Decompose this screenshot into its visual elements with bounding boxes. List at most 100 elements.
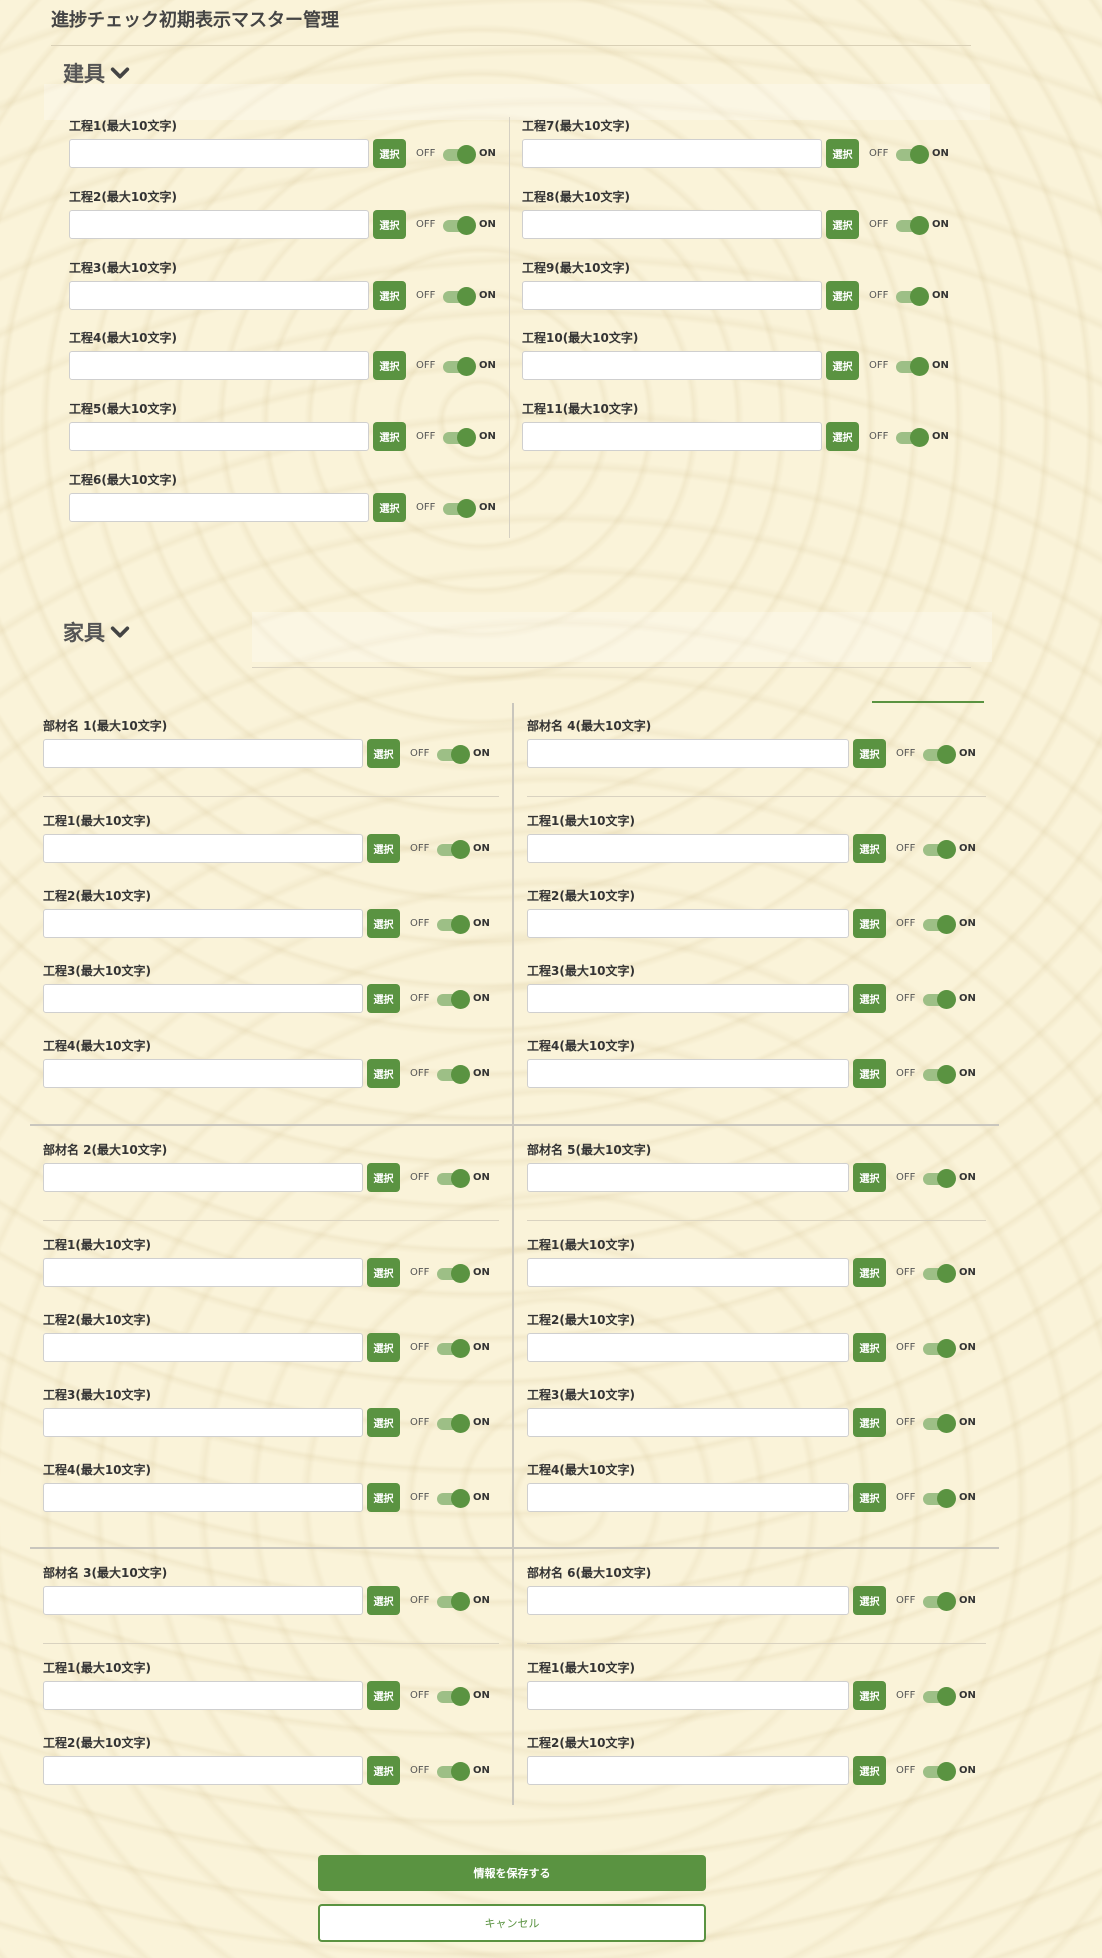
tategu-process-11-input[interactable] <box>522 422 822 452</box>
kagu-part-2-process-3-input[interactable] <box>43 1408 363 1437</box>
kagu-part-3-process-1-input[interactable] <box>43 1681 363 1710</box>
kagu-part-3-process-1-toggle-switch[interactable] <box>437 1687 470 1706</box>
kagu-part-5-toggle-switch[interactable] <box>923 1169 956 1188</box>
kagu-part-4-process-1-toggle-switch[interactable] <box>923 840 956 859</box>
kagu-part-5-input[interactable] <box>527 1163 849 1192</box>
tategu-process-10-input[interactable] <box>522 351 822 381</box>
tategu-process-4-select-button[interactable]: 選択 <box>373 351 406 381</box>
tategu-process-7-input[interactable] <box>522 139 822 168</box>
save-button[interactable]: 情報を保存する <box>318 1855 706 1891</box>
kagu-part-4-process-3-input[interactable] <box>527 984 849 1013</box>
kagu-part-2-process-2-select-button[interactable]: 選択 <box>367 1333 400 1362</box>
kagu-part-5-process-2-toggle-switch[interactable] <box>923 1339 956 1358</box>
kagu-part-4-process-1-input[interactable] <box>527 834 849 863</box>
kagu-part-2-process-2-toggle-switch[interactable] <box>437 1339 470 1358</box>
kagu-part-2-process-2-input[interactable] <box>43 1333 363 1362</box>
kagu-part-5-process-3-input[interactable] <box>527 1408 849 1437</box>
kagu-part-4-select-button[interactable]: 選択 <box>853 739 886 768</box>
kagu-part-4-process-4-toggle-switch[interactable] <box>923 1065 956 1084</box>
kagu-part-1-select-button[interactable]: 選択 <box>367 739 400 768</box>
kagu-part-1-process-4-toggle-switch[interactable] <box>437 1065 470 1084</box>
kagu-part-2-process-3-toggle-switch[interactable] <box>437 1414 470 1433</box>
kagu-part-2-select-button[interactable]: 選択 <box>367 1163 400 1192</box>
kagu-part-4-process-4-select-button[interactable]: 選択 <box>853 1059 886 1088</box>
kagu-part-5-process-2-input[interactable] <box>527 1333 849 1362</box>
kagu-part-4-input[interactable] <box>527 739 849 768</box>
kagu-part-3-select-button[interactable]: 選択 <box>367 1586 400 1615</box>
tategu-process-5-input[interactable] <box>69 422 369 452</box>
kagu-part-6-input[interactable] <box>527 1586 849 1615</box>
tategu-section-toggle[interactable]: 建具 <box>63 58 131 88</box>
kagu-part-5-process-4-select-button[interactable]: 選択 <box>853 1483 886 1512</box>
kagu-part-4-process-2-input[interactable] <box>527 909 849 938</box>
tategu-process-1-select-button[interactable]: 選択 <box>373 139 406 168</box>
tategu-process-7-toggle-switch[interactable] <box>896 145 929 164</box>
tategu-process-11-toggle-switch[interactable] <box>896 428 929 448</box>
tategu-process-9-select-button[interactable]: 選択 <box>826 280 859 310</box>
kagu-part-5-process-4-input[interactable] <box>527 1483 849 1512</box>
tategu-process-11-select-button[interactable]: 選択 <box>826 422 859 452</box>
tategu-process-10-toggle-switch[interactable] <box>896 357 929 377</box>
kagu-part-1-process-1-input[interactable] <box>43 834 363 863</box>
kagu-part-1-process-2-toggle-switch[interactable] <box>437 915 470 934</box>
kagu-part-4-process-4-input[interactable] <box>527 1059 849 1088</box>
kagu-part-1-process-3-select-button[interactable]: 選択 <box>367 984 400 1013</box>
kagu-part-4-process-1-select-button[interactable]: 選択 <box>853 834 886 863</box>
tategu-process-4-toggle-switch[interactable] <box>443 357 476 377</box>
kagu-part-1-process-1-select-button[interactable]: 選択 <box>367 834 400 863</box>
tategu-process-2-toggle-switch[interactable] <box>443 215 476 235</box>
tategu-process-3-input[interactable] <box>69 280 369 310</box>
cancel-button[interactable]: キャンセル <box>318 1904 706 1942</box>
kagu-part-1-process-3-toggle-switch[interactable] <box>437 990 470 1009</box>
kagu-part-3-process-1-select-button[interactable]: 選択 <box>367 1681 400 1710</box>
kagu-section-toggle[interactable]: 家具 <box>63 617 131 647</box>
tategu-process-4-input[interactable] <box>69 351 369 381</box>
tategu-process-6-toggle-switch[interactable] <box>443 499 476 518</box>
kagu-part-5-process-1-toggle-switch[interactable] <box>923 1264 956 1283</box>
kagu-part-4-process-2-toggle-switch[interactable] <box>923 915 956 934</box>
kagu-part-6-process-1-input[interactable] <box>527 1681 849 1710</box>
kagu-part-2-process-4-select-button[interactable]: 選択 <box>367 1483 400 1512</box>
kagu-part-4-process-2-select-button[interactable]: 選択 <box>853 909 886 938</box>
tategu-process-1-input[interactable] <box>69 139 369 168</box>
kagu-part-6-process-2-input[interactable] <box>527 1756 849 1785</box>
tategu-process-6-input[interactable] <box>69 493 369 522</box>
kagu-part-1-process-1-toggle-switch[interactable] <box>437 840 470 859</box>
kagu-part-2-process-3-select-button[interactable]: 選択 <box>367 1408 400 1437</box>
tategu-process-5-toggle-switch[interactable] <box>443 428 476 448</box>
kagu-part-4-process-3-toggle-switch[interactable] <box>923 990 956 1009</box>
kagu-part-6-process-1-select-button[interactable]: 選択 <box>853 1681 886 1710</box>
tategu-process-9-input[interactable] <box>522 280 822 310</box>
kagu-part-5-process-1-select-button[interactable]: 選択 <box>853 1258 886 1287</box>
tategu-process-10-select-button[interactable]: 選択 <box>826 351 859 381</box>
kagu-part-5-process-1-input[interactable] <box>527 1258 849 1287</box>
kagu-part-1-process-2-input[interactable] <box>43 909 363 938</box>
kagu-part-4-process-3-select-button[interactable]: 選択 <box>853 984 886 1013</box>
kagu-part-1-process-2-select-button[interactable]: 選択 <box>367 909 400 938</box>
kagu-part-5-process-4-toggle-switch[interactable] <box>923 1489 956 1508</box>
tategu-process-2-select-button[interactable]: 選択 <box>373 209 406 239</box>
tategu-process-5-select-button[interactable]: 選択 <box>373 422 406 452</box>
kagu-part-2-process-1-select-button[interactable]: 選択 <box>367 1258 400 1287</box>
kagu-part-5-process-2-select-button[interactable]: 選択 <box>853 1333 886 1362</box>
kagu-part-3-process-2-select-button[interactable]: 選択 <box>367 1756 400 1785</box>
kagu-part-4-toggle-switch[interactable] <box>923 745 956 764</box>
kagu-part-6-toggle-switch[interactable] <box>923 1592 956 1611</box>
kagu-part-5-process-3-select-button[interactable]: 選択 <box>853 1408 886 1437</box>
kagu-part-2-toggle-switch[interactable] <box>437 1169 470 1188</box>
tategu-process-8-input[interactable] <box>522 209 822 239</box>
kagu-part-1-input[interactable] <box>43 739 363 768</box>
kagu-part-1-process-3-input[interactable] <box>43 984 363 1013</box>
tategu-process-2-input[interactable] <box>69 209 369 239</box>
kagu-part-6-process-2-toggle-switch[interactable] <box>923 1762 956 1781</box>
tategu-process-6-select-button[interactable]: 選択 <box>373 493 406 522</box>
tategu-process-8-select-button[interactable]: 選択 <box>826 209 859 239</box>
kagu-part-1-toggle-switch[interactable] <box>437 745 470 764</box>
kagu-part-6-process-2-select-button[interactable]: 選択 <box>853 1756 886 1785</box>
kagu-part-3-input[interactable] <box>43 1586 363 1615</box>
tategu-process-3-select-button[interactable]: 選択 <box>373 280 406 310</box>
kagu-part-3-process-2-toggle-switch[interactable] <box>437 1762 470 1781</box>
kagu-part-2-input[interactable] <box>43 1163 363 1192</box>
kagu-part-1-process-4-input[interactable] <box>43 1059 363 1088</box>
kagu-part-5-process-3-toggle-switch[interactable] <box>923 1414 956 1433</box>
